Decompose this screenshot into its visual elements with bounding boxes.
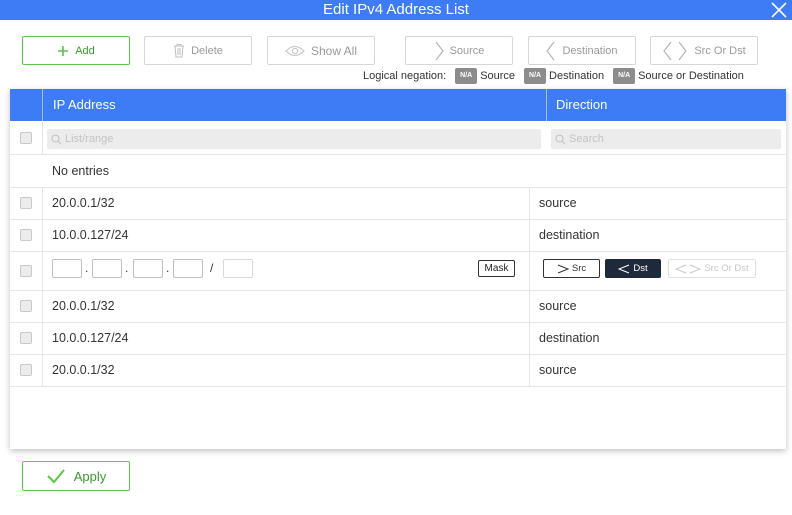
- add-button-label: Add: [75, 44, 95, 57]
- chevron-both-icon: [663, 41, 688, 60]
- row-ip: 20.0.0.1/32: [52, 196, 115, 210]
- ip-octet-3-input[interactable]: [133, 259, 163, 278]
- delete-button[interactable]: Delete: [144, 36, 252, 65]
- less-than-icon: [618, 264, 630, 273]
- checkmark-icon: [47, 469, 65, 484]
- direction-filter-placeholder: Search: [569, 133, 604, 145]
- row-checkbox[interactable]: [20, 300, 32, 312]
- apply-button-label: Apply: [73, 468, 107, 484]
- row-ip: 20.0.0.1/32: [52, 363, 115, 377]
- direction-filter-input[interactable]: Search: [551, 129, 781, 149]
- eye-icon: [285, 45, 305, 56]
- src-or-dst-button-label: Src Or Dst: [694, 44, 746, 57]
- row-direction: source: [539, 299, 577, 313]
- row-direction: destination: [539, 331, 600, 345]
- column-header-ip[interactable]: IP Address: [42, 89, 547, 121]
- select-all-checkbox[interactable]: [20, 132, 32, 144]
- table-row[interactable]: 10.0.0.127/24 destination: [10, 323, 786, 355]
- legend-label: Logical negation:: [363, 70, 447, 82]
- na-badge: N/A: [613, 68, 636, 84]
- edit-row: . . . / Mask Src Dst Src Or Dst: [10, 252, 786, 291]
- search-icon: [51, 133, 62, 144]
- row-direction: destination: [539, 228, 600, 242]
- destination-button[interactable]: Destination: [528, 36, 636, 65]
- close-icon[interactable]: [770, 1, 788, 19]
- source-button[interactable]: Source: [405, 36, 513, 65]
- na-badge: N/A: [455, 68, 478, 84]
- greater-than-icon: [557, 264, 569, 273]
- row-checkbox[interactable]: [20, 364, 32, 376]
- column-header-direction[interactable]: Direction: [547, 89, 607, 120]
- prefix-slash: /: [210, 261, 214, 275]
- row-ip: 10.0.0.127/24: [52, 331, 129, 345]
- mask-button[interactable]: Mask: [478, 260, 515, 277]
- row-checkbox[interactable]: [20, 265, 32, 277]
- src-direction-label: Src: [571, 263, 587, 274]
- src-or-dst-direction-button[interactable]: Src Or Dst: [668, 259, 756, 278]
- chevron-right-icon: [435, 41, 444, 60]
- source-button-label: Source: [449, 44, 485, 57]
- row-ip: 10.0.0.127/24: [52, 228, 129, 242]
- dst-direction-label: Dst: [633, 263, 648, 274]
- search-icon: [555, 133, 566, 144]
- empty-row: No entries: [10, 155, 786, 188]
- chevron-left-icon: [546, 41, 555, 60]
- ip-filter-placeholder: List/range: [65, 133, 114, 145]
- row-direction: source: [539, 363, 577, 377]
- dst-direction-button[interactable]: Dst: [605, 259, 661, 278]
- table-row[interactable]: 20.0.0.1/32 source: [10, 355, 786, 387]
- apply-button[interactable]: Apply: [22, 461, 130, 491]
- show-all-button-label: Show All: [310, 43, 358, 58]
- filter-row: List/range Search: [10, 121, 786, 155]
- row-ip: 20.0.0.1/32: [52, 299, 115, 313]
- ip-filter-input[interactable]: List/range: [47, 129, 541, 149]
- src-or-dst-button[interactable]: Src Or Dst: [650, 36, 758, 65]
- legend-item-source-or-destination: Source or Destination: [638, 70, 744, 82]
- plus-icon: [58, 45, 69, 56]
- src-or-dst-direction-label: Src Or Dst: [704, 263, 749, 274]
- row-checkbox[interactable]: [20, 197, 32, 209]
- title-bar: Edit IPv4 Address List: [0, 0, 792, 20]
- delete-button-label: Delete: [191, 44, 223, 57]
- prefix-length-input[interactable]: [223, 259, 253, 278]
- ip-octet-2-input[interactable]: [92, 259, 122, 278]
- na-badge: N/A: [524, 68, 547, 84]
- table-row[interactable]: 20.0.0.1/32 source: [10, 188, 786, 220]
- legend-item-destination: Destination: [549, 70, 605, 82]
- table-header: IP Address Direction: [10, 89, 786, 121]
- table-row[interactable]: 10.0.0.127/24 destination: [10, 220, 786, 252]
- empty-text: No entries: [52, 164, 109, 178]
- logical-negation-legend: Logical negation: N/A Source N/A Destina…: [363, 66, 744, 86]
- trash-icon: [174, 44, 185, 58]
- row-checkbox[interactable]: [20, 229, 32, 241]
- less-greater-icon: [675, 264, 702, 273]
- legend-item-source: Source: [480, 70, 516, 82]
- ip-octet-1-input[interactable]: [52, 259, 82, 278]
- row-direction: source: [539, 196, 577, 210]
- window-title: Edit IPv4 Address List: [323, 1, 469, 18]
- table-row[interactable]: 20.0.0.1/32 source: [10, 291, 786, 323]
- address-table: IP Address Direction List/range Search N…: [10, 89, 786, 449]
- row-checkbox[interactable]: [20, 332, 32, 344]
- destination-button-label: Destination: [562, 44, 618, 57]
- add-button[interactable]: Add: [22, 36, 130, 65]
- ip-octet-4-input[interactable]: [173, 259, 203, 278]
- show-all-button[interactable]: Show All: [267, 36, 375, 65]
- src-direction-button[interactable]: Src: [543, 259, 600, 278]
